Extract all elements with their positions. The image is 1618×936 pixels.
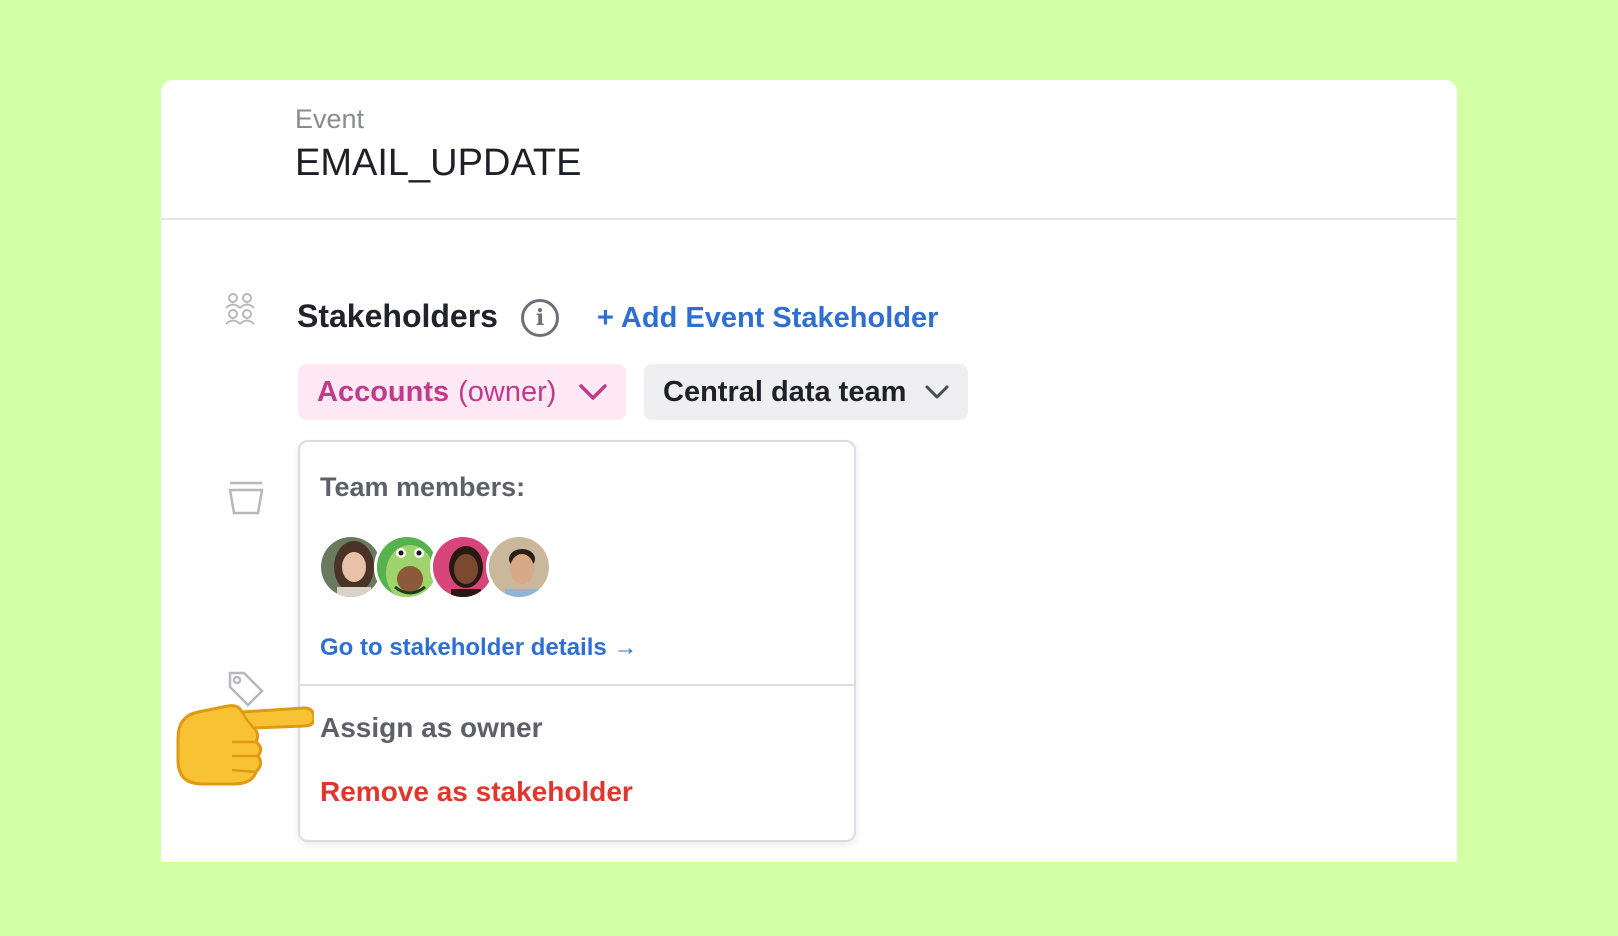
chip-name: Accounts <box>317 375 450 408</box>
chip-role: (owner) <box>458 375 557 408</box>
event-header: Event EMAIL_UPDATE <box>161 80 1457 220</box>
event-label: Event <box>295 104 365 134</box>
add-event-stakeholder-link[interactable]: + Add Event Stakeholder <box>597 302 938 335</box>
stakeholders-title: Stakeholders <box>297 298 498 334</box>
stakeholder-chip-central-data-team[interactable]: Central data team <box>644 364 968 420</box>
chevron-down-icon <box>924 384 950 400</box>
pointing-hand-emoji <box>172 694 316 795</box>
divider <box>300 684 854 686</box>
event-name: EMAIL_UPDATE <box>295 142 582 184</box>
chip-name: Central data team <box>663 375 907 408</box>
assign-owner-menu-item[interactable]: Assign as owner <box>320 712 543 744</box>
info-icon[interactable]: i <box>521 299 559 337</box>
team-member-avatars <box>318 534 552 600</box>
avatar-man-smiling[interactable] <box>486 534 552 600</box>
stakeholder-chip-accounts[interactable]: Accounts (owner) <box>298 364 626 420</box>
stakeholders-icon <box>223 292 257 328</box>
remove-stakeholder-menu-item[interactable]: Remove as stakeholder <box>320 776 633 808</box>
stakeholder-dropdown-menu: Team members: Go to stakeholder details … <box>298 440 856 842</box>
stakeholder-details-link[interactable]: Go to stakeholder details → <box>320 634 637 662</box>
chevron-down-icon <box>578 383 608 401</box>
team-members-heading: Team members: <box>320 472 526 502</box>
container-icon <box>227 480 265 516</box>
event-card: Event EMAIL_UPDATE Stakeholders i + Add … <box>161 80 1457 862</box>
